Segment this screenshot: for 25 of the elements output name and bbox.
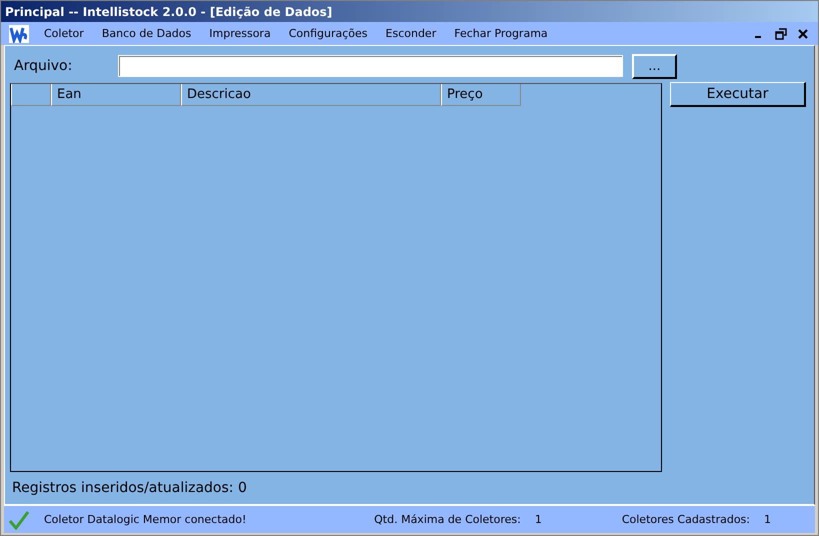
- row-header-corner: [11, 84, 51, 106]
- max-collectors-value: 1: [534, 513, 542, 526]
- window-title: Principal -- Intellistock 2.0.0 - [Edição de Dados]: [1, 1, 818, 22]
- menu-item[interactable]: Coletor: [35, 25, 93, 42]
- menu-item[interactable]: Fechar Programa: [445, 25, 557, 42]
- max-collectors-label: Qtd. Máxima de Coletores:: [374, 513, 521, 526]
- browse-button[interactable]: ...: [632, 54, 677, 78]
- registered-collectors-value: 1: [764, 513, 771, 526]
- column-header[interactable]: Preço: [441, 84, 521, 106]
- column-header[interactable]: Descricao: [181, 84, 441, 106]
- execute-button[interactable]: Executar: [670, 82, 806, 107]
- menu-item[interactable]: Impressora: [200, 25, 280, 42]
- restore-icon[interactable]: [775, 28, 787, 40]
- records-count: Registros inseridos/atualizados: 0: [11, 479, 248, 498]
- registered-collectors-label: Coletores Cadastrados:: [622, 513, 750, 526]
- menu-item[interactable]: Configurações: [280, 25, 377, 42]
- close-icon[interactable]: [797, 28, 809, 40]
- column-header[interactable]: Ean: [51, 84, 181, 106]
- file-path-field[interactable]: [118, 55, 623, 77]
- menu-item[interactable]: Banco de Dados: [92, 25, 200, 42]
- menu-item[interactable]: Esconder: [376, 25, 446, 42]
- app-logo-icon: [9, 24, 29, 42]
- file-label: Arquivo:: [13, 58, 74, 74]
- status-message: Coletor Datalogic Memor conectado!: [44, 513, 246, 526]
- check-icon: [8, 510, 30, 530]
